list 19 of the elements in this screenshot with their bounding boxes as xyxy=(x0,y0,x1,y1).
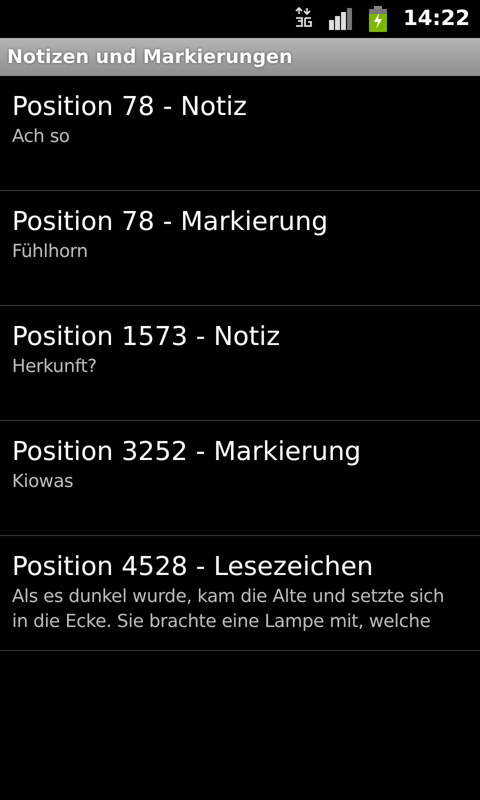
signal-icon xyxy=(329,8,354,30)
list-item[interactable]: Position 4528 - Lesezeichen Als es dunkel wurde, kam die Alte und setzte sich in die Ecke. Sie brachte eine Lampe mit, welche xyxy=(0,536,480,651)
entry-title: Position 3252 - Markierung xyxy=(12,436,362,469)
entry-text: Herkunft? xyxy=(12,355,98,379)
entry-title: Position 78 - Markierung xyxy=(12,206,329,239)
battery-charging-icon xyxy=(369,6,388,32)
entry-title: Position 4528 - Lesezeichen xyxy=(12,551,374,584)
list-item[interactable]: Position 78 - Notiz Ach so xyxy=(0,76,480,191)
entry-text: Kiowas xyxy=(12,470,74,494)
entry-text: Fühlhorn xyxy=(12,240,89,264)
list-item[interactable]: Position 1573 - Notiz Herkunft? xyxy=(0,306,480,421)
entry-text: Ach so xyxy=(12,125,71,149)
entry-title: Position 1573 - Notiz xyxy=(12,321,281,354)
entry-text: Als es dunkel wurde, kam die Alte und setzte sich in die Ecke. Sie brachte eine Lampe mit, welche xyxy=(12,585,446,634)
list-item[interactable]: Position 3252 - Markierung Kiowas xyxy=(0,421,480,536)
entry-title: Position 78 - Notiz xyxy=(12,91,248,124)
clock: 14:22 xyxy=(403,5,470,32)
screen-title: Notizen und Markierungen xyxy=(7,44,292,70)
list-item[interactable]: Position 78 - Markierung Fühlhorn xyxy=(0,191,480,306)
